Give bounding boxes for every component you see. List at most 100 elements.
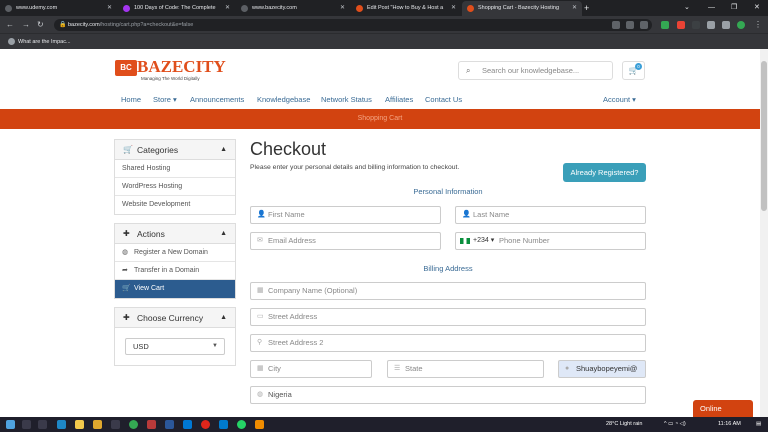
city-field[interactable]: ▦ City [250,360,372,378]
search-icon[interactable] [22,420,31,429]
main-navigation: Home Store ▾ Announcements Knowledgebase… [0,90,760,109]
url-path: /hosting/cart.php?a=checkout&e=false [99,22,194,28]
field-placeholder: Email Address [268,236,316,245]
close-tab-icon[interactable]: ✕ [572,1,577,16]
tab-search-icon[interactable]: ⌄ [684,0,690,16]
extension-icon[interactable] [677,21,685,29]
action-transfer-domain[interactable]: ➦ Transfer in a Domain [115,262,235,280]
vscode-icon[interactable] [219,420,228,429]
profile-avatar-icon[interactable] [737,21,745,29]
opera-icon[interactable] [201,420,210,429]
site-logo[interactable]: BC BAZECITY Managing The World Digitally [115,57,226,83]
nav-affiliates[interactable]: Affiliates [385,90,413,109]
whatsapp-icon[interactable] [237,420,246,429]
field-placeholder: Phone Number [499,236,550,245]
action-view-cart[interactable]: 🛒 View Cart [115,280,235,298]
action-register-domain[interactable]: ◍ Register a New Domain [115,244,235,262]
nav-home[interactable]: Home [121,90,141,109]
browser-tab-udemy[interactable]: www.udemy.com ✕ [0,1,117,16]
maximize-icon[interactable]: ❐ [731,0,737,16]
browser-tab-strip: www.udemy.com ✕ 100 Days of Code: The Co… [0,0,768,16]
plus-icon: ✚ [123,313,130,322]
last-name-field[interactable]: 👤 Last Name [455,206,646,224]
bookmark-star-icon[interactable] [640,21,648,29]
category-shared-hosting[interactable]: Shared Hosting [115,160,235,178]
side-panel-icon[interactable] [722,21,730,29]
minimize-icon[interactable]: — [708,0,715,16]
first-name-field[interactable]: 👤 First Name [250,206,441,224]
folder-icon[interactable] [93,420,102,429]
company-name-field[interactable]: ▦ Company Name (Optional) [250,282,646,300]
chevron-up-icon[interactable]: ▲ [220,308,227,328]
state-field[interactable]: ☰ State [387,360,544,378]
store-icon[interactable] [111,420,120,429]
google-lens-icon[interactable] [612,21,620,29]
vlc-icon[interactable] [255,420,264,429]
close-tab-icon[interactable]: ✕ [107,1,112,16]
extension-icon[interactable] [692,21,700,29]
browser-tab-100-days[interactable]: 100 Days of Code: The Complete ✕ [118,1,235,16]
browser-menu-icon[interactable]: ⋮ [754,19,762,30]
edge-icon[interactable] [57,420,66,429]
cart-button[interactable]: 🛒 0 [622,61,645,80]
nav-account[interactable]: Account ▾ [603,90,636,109]
browser-tab-shopping-cart[interactable]: Shopping Cart - Bazecity Hosting ✕ [462,1,582,16]
currency-header[interactable]: ✚ Choose Currency ▲ [115,308,235,328]
phone-country-code[interactable]: +234 ▾ [473,233,494,249]
reload-icon[interactable]: ↻ [37,19,44,30]
file-explorer-icon[interactable] [75,420,84,429]
new-tab-button[interactable]: + [584,0,589,16]
address-bar[interactable]: 🔒 bazecity.com/hosting/cart.php?a=checko… [54,19,652,31]
street-address-field[interactable]: ▭ Street Address [250,308,646,326]
notification-icon[interactable]: ▤ [756,417,761,432]
chevron-up-icon[interactable]: ▲ [220,140,227,160]
browser-tab-bazecity[interactable]: www.bazecity.com ✕ [236,1,350,16]
nav-store[interactable]: Store ▾ [153,90,177,109]
browser-tab-edit-post[interactable]: Edit Post "How to Buy & Host a ✕ [351,1,461,16]
system-tray-icons[interactable]: ^ ▭ ◔ ◁) [664,417,686,432]
app-icon[interactable] [147,420,156,429]
category-website-development[interactable]: Website Development [115,196,235,214]
currency-select[interactable]: USD ▼ [125,338,225,355]
nav-knowledgebase[interactable]: Knowledgebase [257,90,310,109]
country-field[interactable]: ◍ Nigeria [250,386,646,404]
knowledgebase-search-input[interactable]: ⌕ Search our knowledgebase... [458,61,613,80]
clock[interactable]: 11:16 AM [718,417,741,432]
chevron-up-icon[interactable]: ▲ [220,224,227,244]
chrome-icon[interactable] [129,420,138,429]
lock-icon: 🔒 [59,22,67,28]
category-wordpress-hosting[interactable]: WordPress Hosting [115,178,235,196]
windows-start-icon[interactable] [6,420,15,429]
weather-widget[interactable]: 28°C Light rain [606,417,642,432]
categories-header[interactable]: 🛒 Categories ▲ [115,140,235,160]
page-scrollbar[interactable] [760,49,768,417]
extensions-puzzle-icon[interactable] [707,21,715,29]
live-chat-button[interactable]: Online [693,400,753,417]
bookmark-item[interactable]: What are the Impac... [8,37,71,47]
forward-icon[interactable]: → [22,19,30,30]
close-window-icon[interactable]: ✕ [754,0,760,16]
actions-header[interactable]: ✚ Actions ▲ [115,224,235,244]
url-host: bazecity.com [68,22,100,28]
tab-title: www.udemy.com [16,5,58,11]
already-registered-button[interactable]: Already Registered? [563,163,646,182]
share-icon[interactable] [626,21,634,29]
scrollbar-thumb[interactable] [761,61,767,211]
email-field[interactable]: ✉ Email Address [250,232,441,250]
phone-field[interactable]: +234 ▾ Phone Number [455,232,646,250]
user-icon: 👤 [257,211,266,218]
mail-icon[interactable] [183,420,192,429]
extension-icon[interactable] [661,21,669,29]
tab-title: Edit Post "How to Buy & Host a [367,5,444,11]
close-tab-icon[interactable]: ✕ [451,1,456,16]
nav-announcements[interactable]: Announcements [190,90,244,109]
street-address-2-field[interactable]: ⚲ Street Address 2 [250,334,646,352]
nav-network-status[interactable]: Network Status [321,90,372,109]
nav-contact-us[interactable]: Contact Us [425,90,462,109]
task-view-icon[interactable] [38,420,47,429]
close-tab-icon[interactable]: ✕ [225,1,230,16]
back-icon[interactable]: ← [6,19,14,30]
postcode-field[interactable]: ● Shuaybopeyemi@ [558,360,646,378]
close-tab-icon[interactable]: ✕ [340,1,345,16]
word-icon[interactable] [165,420,174,429]
